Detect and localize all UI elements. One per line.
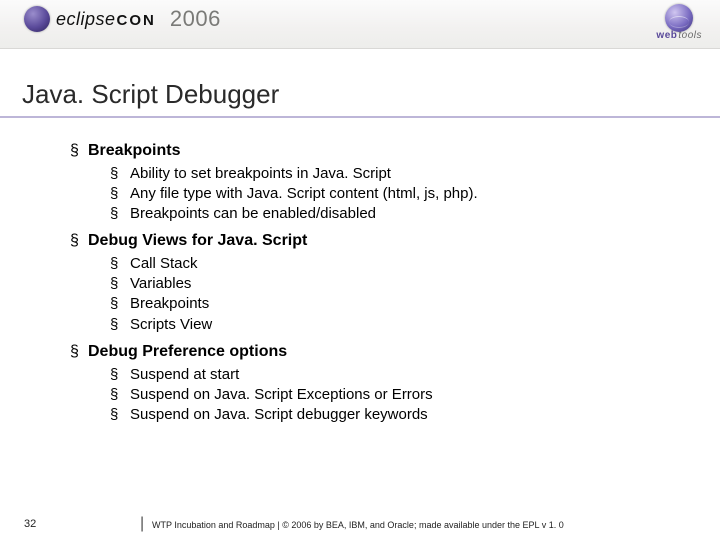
list-item: Suspend at start <box>110 365 720 385</box>
list-item: Breakpoints <box>110 294 720 314</box>
year-label: 2006 <box>170 6 221 32</box>
slide-header: eclipseCON 2006 webtools <box>0 0 720 49</box>
list-item: Suspend on Java. Script debugger keyword… <box>110 405 720 425</box>
heading-text: Debug Preference options <box>88 343 287 360</box>
list-item: Any file type with Java. Script content … <box>110 184 720 204</box>
list-item: Ability to set breakpoints in Java. Scri… <box>110 164 720 184</box>
list-item: Suspend on Java. Script Exceptions or Er… <box>110 385 720 405</box>
list-item: Breakpoints can be enabled/disabled <box>110 204 720 224</box>
web-word: web <box>656 30 677 41</box>
slide-content: Breakpoints Ability to set breakpoints i… <box>70 140 720 425</box>
section-heading: Debug Views for Java. Script Call Stack … <box>70 230 720 335</box>
footer-text: WTP Incubation and Roadmap | © 2006 by B… <box>152 520 564 530</box>
list-item: Variables <box>110 274 720 294</box>
page-title: Java. Script Debugger <box>22 79 720 110</box>
section-heading: Debug Preference options Suspend at star… <box>70 341 720 425</box>
section-heading: Breakpoints Ability to set breakpoints i… <box>70 140 720 224</box>
globe-icon <box>665 4 693 32</box>
page-number: 32 <box>24 518 36 530</box>
heading-text: Debug Views for Java. Script <box>88 232 307 249</box>
footer-separator-icon: | <box>140 515 144 533</box>
eclipse-word: eclipse <box>56 9 116 29</box>
webtools-logo: webtools <box>656 4 702 41</box>
eclipse-logo-text: eclipseCON <box>56 9 156 30</box>
title-underline <box>0 116 720 118</box>
heading-text: Breakpoints <box>88 142 180 159</box>
eclipse-orb-icon <box>24 6 50 32</box>
list-item: Call Stack <box>110 254 720 274</box>
list-item: Scripts View <box>110 315 720 335</box>
eclipsecon-logo: eclipseCON 2006 <box>24 6 221 32</box>
con-word: CON <box>117 12 156 29</box>
